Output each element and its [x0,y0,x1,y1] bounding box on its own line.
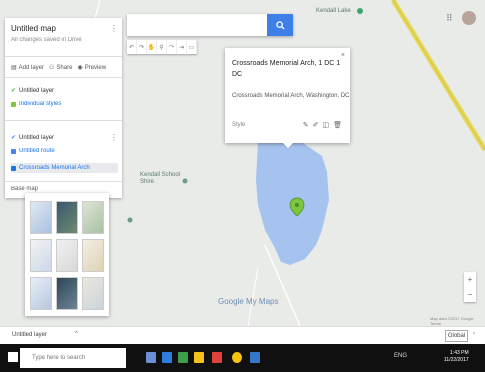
ruler-icon[interactable]: ▭ [187,40,197,54]
place-info-card: Crossroads Memorial Arch, 1 DC 1 DC × Cr… [225,48,350,148]
apps-grid-icon[interactable]: ⠿ [446,13,453,24]
layer-2-item-2[interactable]: Crossroads Memorial Arch [11,163,118,173]
share-icon: ⚇ [49,65,55,71]
global-tab[interactable]: Global [445,330,468,342]
paint-icon[interactable]: ✎ [303,121,309,129]
preview-button[interactable]: ◉ Preview [77,64,106,72]
word-icon[interactable] [250,352,260,363]
map-label-park: Kendall Lake [316,8,351,14]
map-toolbar: ↶ ↷ ✋ ⚲ ⤳ ⇥ ▭ [127,40,197,54]
chevron-right-icon[interactable]: › [473,331,475,337]
route-icon [11,148,16,154]
google-my-maps-logo: Google My Maps [218,297,279,306]
save-status: All changes saved in Drive [11,37,82,43]
basemap-simple-atlas[interactable] [82,239,104,272]
taskbar-search[interactable]: Type here to search [20,348,126,368]
camera-icon[interactable]: ◫ [322,121,329,129]
delete-icon[interactable]: 🗑 [333,121,342,129]
checkbox-icon[interactable]: ✔ [11,134,16,141]
search-input[interactable] [127,14,265,36]
checkbox-icon[interactable]: ✔ [11,87,16,94]
basemap-whitewater[interactable] [82,277,104,310]
layer-tab[interactable]: Untitled layer [12,332,47,338]
layer-2-name[interactable]: ✔ Untitled layer [11,134,118,142]
map-title[interactable]: Untitled map [11,24,118,33]
preview-icon: ◉ [77,65,83,71]
card-tools: ✎ ✐ ◫ 🗑 [303,121,342,129]
marker-icon[interactable]: ⚲ [157,40,167,54]
basemap-light-political[interactable] [30,239,52,272]
undo-icon[interactable]: ↶ [127,40,137,54]
marker-color-icon [11,101,16,107]
store-icon[interactable] [178,352,188,363]
chevron-up-icon[interactable]: ^ [75,331,78,337]
avatar[interactable] [462,11,476,25]
tray-language[interactable]: ENG [394,353,407,359]
place-description[interactable]: Crossroads Memorial Arch, Washington, DC [232,93,349,99]
file-explorer-icon[interactable] [194,352,204,363]
place-icon [11,165,16,171]
basemap-terrain[interactable] [82,201,104,234]
chrome-icon[interactable] [232,352,242,363]
edit-icon[interactable]: ✐ [313,121,319,129]
search-icon [275,20,285,30]
add-layer-button[interactable]: ▤ Add layer [11,64,44,72]
mail-icon[interactable] [212,352,222,363]
windows-taskbar: Type here to search ENG 1:43 PM 11/22/20… [0,344,485,372]
basemap-map[interactable] [30,201,52,234]
hand-icon[interactable]: ✋ [147,40,157,54]
windows-start-icon[interactable] [8,352,18,362]
layer-1-name[interactable]: ✔ Untitled layer [11,87,118,95]
map-label-school: Kendall School Shire [140,172,181,185]
basemap-dark-landmass[interactable] [56,277,78,310]
close-icon[interactable]: × [341,52,345,59]
style-label[interactable]: Style [232,122,245,128]
zoom-in-button[interactable]: + [464,272,476,287]
base-map-label[interactable]: Base map [11,186,118,192]
edge-icon[interactable] [162,352,172,363]
zoom-control: + − [464,272,476,302]
place-title[interactable]: Crossroads Memorial Arch, 1 DC 1 DC [232,58,342,80]
map-options-icon[interactable]: ⋮ [110,24,118,33]
map-legend-panel: Untitled map ⋮ All changes saved in Driv… [5,18,122,198]
taskbar-clock[interactable]: 1:43 PM 11/22/2017 [444,350,469,364]
basemap-mono-city[interactable] [56,239,78,272]
panel-actions: ▤ Add layer ⚇ Share ◉ Preview [11,64,118,72]
directions-icon[interactable]: ⇥ [177,40,187,54]
task-view-icon[interactable] [146,352,156,363]
line-icon[interactable]: ⤳ [167,40,177,54]
basemap-satellite[interactable] [56,201,78,234]
zoom-out-button[interactable]: − [464,287,476,302]
share-button[interactable]: ⚇ Share [49,64,72,72]
layer-1-style[interactable]: Individual styles [11,101,118,107]
basemap-light-landmass[interactable] [30,277,52,310]
add-layer-icon: ▤ [11,65,17,71]
search-button[interactable] [267,14,293,36]
layer-tab-bar: Untitled layer ^ Global › [0,326,485,344]
base-map-picker [25,193,109,316]
layer-2-item-1[interactable]: Untitled route [11,148,118,154]
map-attribution[interactable]: Map data ©2017 Google Terms [430,316,485,326]
layer-options-icon[interactable]: ⋮ [110,133,118,142]
redo-icon[interactable]: ↷ [137,40,147,54]
